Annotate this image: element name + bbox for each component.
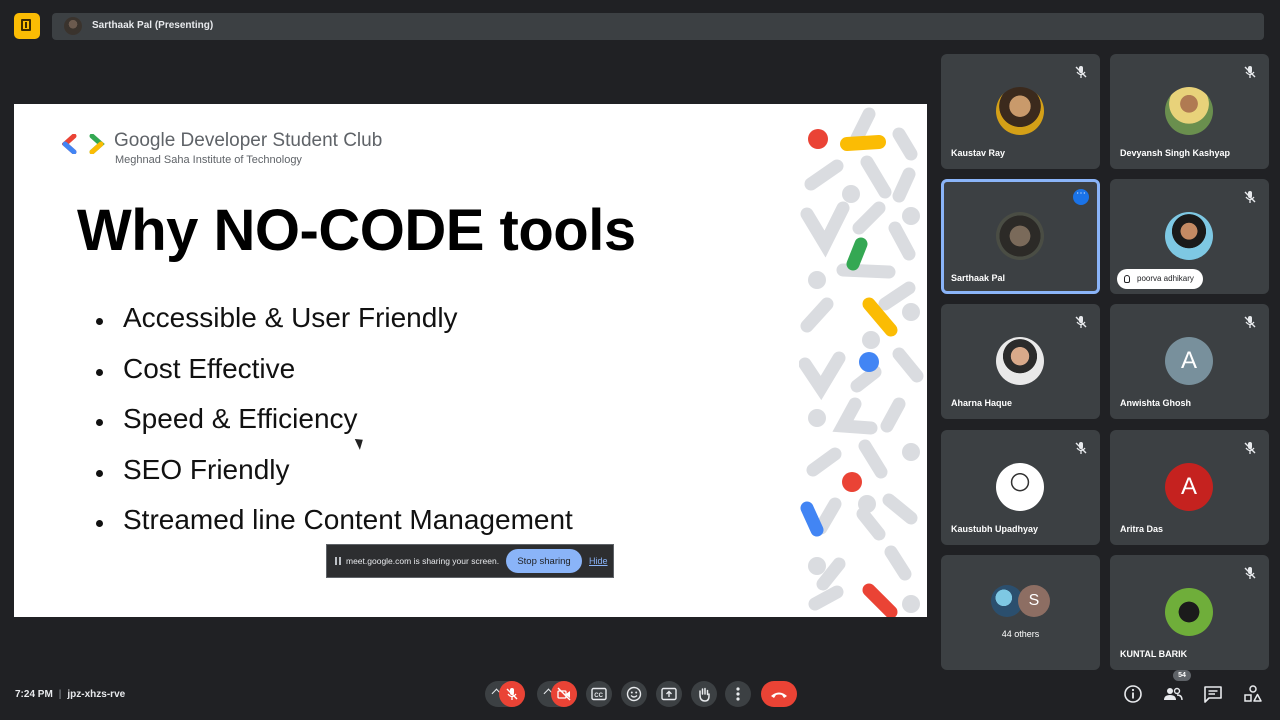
- mic-off-button[interactable]: [499, 681, 525, 707]
- slide-title: Why NO-CODE tools: [77, 198, 636, 263]
- gdsc-logo-icon: [62, 134, 105, 154]
- participant-count-badge: 54: [1173, 670, 1191, 681]
- people-icon[interactable]: [1163, 684, 1183, 704]
- stop-sharing-button[interactable]: Stop sharing: [506, 549, 582, 573]
- camera-off-icon: [557, 687, 571, 701]
- participant-name: poorva adhikary: [1137, 274, 1194, 283]
- raise-hand-button[interactable]: [691, 681, 717, 707]
- participant-name: Devyansh Singh Kashyap: [1120, 148, 1231, 158]
- meeting-code: jpz-xhzs-rve: [67, 689, 126, 700]
- present-button[interactable]: [656, 681, 682, 707]
- participant-tile-active[interactable]: ⋯ Sarthaak Pal: [941, 179, 1100, 294]
- avatar: [996, 463, 1044, 511]
- avatar: [1165, 588, 1213, 636]
- leave-call-button[interactable]: [761, 681, 797, 707]
- activities-icon[interactable]: [1243, 684, 1263, 704]
- others-count: 44 others: [1001, 629, 1040, 639]
- participant-name: Sarthaak Pal: [951, 273, 1006, 283]
- participant-tile[interactable]: Kaustav Ray: [941, 54, 1100, 169]
- participant-name: Kaustav Ray: [951, 148, 1006, 158]
- hide-link[interactable]: Hide: [589, 556, 608, 566]
- mic-control[interactable]: [485, 681, 525, 707]
- participant-tile[interactable]: poorva adhikary: [1110, 179, 1269, 294]
- raised-hand-badge: poorva adhikary: [1117, 269, 1203, 289]
- avatar: A: [1165, 337, 1213, 385]
- participant-tile[interactable]: A Aritra Das: [1110, 430, 1269, 545]
- closed-captions-icon: CC: [591, 687, 607, 701]
- bullet-item: Cost Effective: [96, 353, 573, 404]
- participant-tile[interactable]: Aharna Haque: [941, 304, 1100, 419]
- participant-name: Anwishta Ghosh: [1120, 398, 1192, 408]
- raised-hand-icon: [1124, 275, 1130, 283]
- mic-off-icon: [1075, 66, 1087, 78]
- participant-name: KUNTAL BARIK: [1120, 649, 1188, 659]
- bullet-item: SEO Friendly: [96, 454, 573, 505]
- mic-off-icon: [1244, 66, 1256, 78]
- more-vert-icon: [736, 687, 740, 701]
- more-options-button[interactable]: [725, 681, 751, 707]
- avatar: [1165, 87, 1213, 135]
- mic-off-icon: [1244, 316, 1256, 328]
- participant-name: Aharna Haque: [951, 398, 1013, 408]
- decorative-shapes: [799, 107, 924, 617]
- mic-off-icon: [506, 688, 518, 700]
- participant-tile[interactable]: A Anwishta Ghosh: [1110, 304, 1269, 419]
- avatar: [996, 337, 1044, 385]
- others-tile[interactable]: S 44 others: [941, 555, 1100, 670]
- camera-off-button[interactable]: [551, 681, 577, 707]
- separator: |: [58, 689, 62, 700]
- org-name: Google Developer Student Club: [114, 130, 383, 151]
- meet-logo-icon: [14, 13, 40, 39]
- avatar: S: [1018, 585, 1050, 617]
- presenter-avatar: [64, 17, 82, 35]
- presenter-bar[interactable]: Sarthaak Pal (Presenting): [52, 13, 1264, 40]
- participant-tile[interactable]: Kaustubh Upadhyay: [941, 430, 1100, 545]
- emoji-icon: [626, 686, 642, 702]
- participant-name: Aritra Das: [1120, 524, 1164, 534]
- hand-icon: [699, 687, 710, 702]
- bullet-item: Accessible & User Friendly: [96, 302, 573, 353]
- participant-tile[interactable]: Devyansh Singh Kashyap: [1110, 54, 1269, 169]
- bullet-list: Accessible & User Friendly Cost Effectiv…: [96, 302, 573, 555]
- shared-screen: Google Developer Student Club Meghnad Sa…: [14, 104, 927, 617]
- mic-off-icon: [1075, 316, 1087, 328]
- screen-share-bar: meet.google.com is sharing your screen. …: [326, 544, 614, 578]
- mic-off-icon: [1244, 567, 1256, 579]
- top-bar: Sarthaak Pal (Presenting): [14, 13, 1264, 40]
- bullet-item: Speed & Efficiency: [96, 403, 573, 454]
- presenter-label: Sarthaak Pal (Presenting): [92, 20, 214, 31]
- meeting-details-info-icon[interactable]: [1123, 684, 1143, 704]
- more-options-icon[interactable]: ⋯: [1073, 189, 1089, 205]
- reactions-button[interactable]: [621, 681, 647, 707]
- captions-button[interactable]: CC: [586, 681, 612, 707]
- present-screen-icon: [661, 687, 677, 701]
- avatar: A: [1165, 463, 1213, 511]
- chat-icon[interactable]: [1203, 684, 1223, 704]
- call-end-icon: [771, 692, 787, 698]
- avatar: [996, 212, 1044, 260]
- org-institute: Meghnad Saha Institute of Technology: [115, 154, 302, 166]
- camera-control[interactable]: [537, 681, 577, 707]
- meeting-info: 7:24 PM | jpz-xhzs-rve: [15, 689, 125, 700]
- mic-off-icon: [1075, 442, 1087, 454]
- participant-name: Kaustubh Upadhyay: [951, 524, 1039, 534]
- share-message: meet.google.com is sharing your screen.: [346, 556, 500, 566]
- mic-off-icon: [1244, 442, 1256, 454]
- svg-text:CC: CC: [594, 693, 603, 699]
- avatar: [996, 87, 1044, 135]
- clock: 7:24 PM: [15, 689, 53, 700]
- participant-tile[interactable]: KUNTAL BARIK: [1110, 555, 1269, 670]
- drag-handle-icon[interactable]: [335, 557, 341, 565]
- avatar: [1165, 212, 1213, 260]
- mic-off-icon: [1244, 191, 1256, 203]
